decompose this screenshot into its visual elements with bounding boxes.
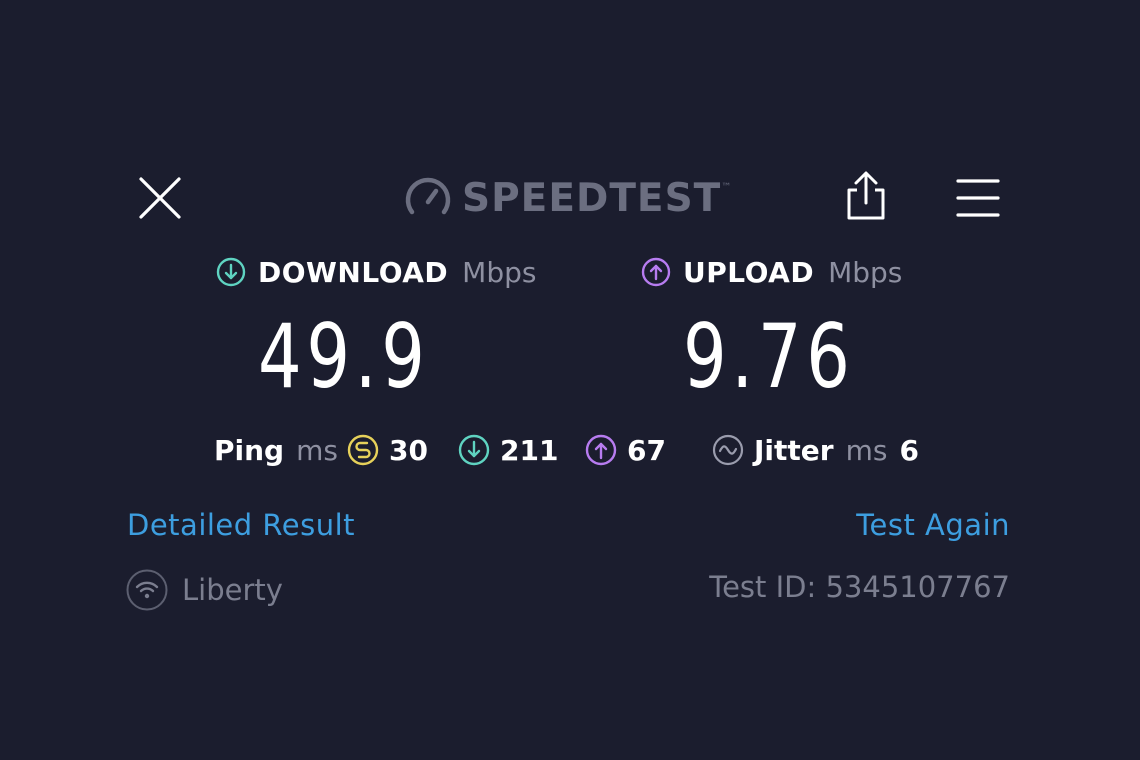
- provider-name: Liberty: [182, 573, 283, 607]
- close-icon: [139, 177, 181, 219]
- upload-latency: 67: [585, 430, 666, 470]
- arrow-down-circle-icon: [458, 434, 490, 466]
- ping-label: Ping: [214, 433, 285, 467]
- ping-label-group: Ping ms: [214, 430, 338, 470]
- arrow-down-circle-icon: [216, 257, 246, 287]
- upload-label: UPLOAD: [683, 255, 815, 289]
- jitter: Jitter ms 6: [712, 430, 919, 470]
- download-header: DOWNLOAD Mbps: [216, 253, 536, 291]
- download-speed-value: 49.9: [258, 305, 430, 408]
- speedtest-logo: SPEEDTEST ™: [404, 174, 731, 222]
- wifi-icon: [126, 569, 168, 611]
- jitter-unit: ms: [845, 433, 888, 467]
- jitter-wave-icon: [712, 434, 744, 466]
- idle-latency: 30: [347, 430, 428, 470]
- detailed-result-link[interactable]: Detailed Result: [127, 508, 355, 542]
- provider-info: Liberty: [126, 568, 283, 612]
- idle-latency-icon: [347, 434, 379, 466]
- download-unit: Mbps: [462, 255, 537, 289]
- ping-unit: ms: [296, 433, 338, 467]
- jitter-label: Jitter: [754, 433, 834, 467]
- share-icon: [847, 171, 885, 220]
- test-again-link[interactable]: Test Again: [856, 508, 1010, 542]
- download-label: DOWNLOAD: [258, 255, 449, 289]
- jitter-value: 6: [899, 433, 919, 467]
- logo-text: SPEEDTEST: [462, 175, 722, 221]
- share-button[interactable]: [843, 170, 889, 222]
- download-latency-value: 211: [500, 433, 559, 467]
- trademark-mark: ™: [721, 182, 732, 193]
- idle-latency-value: 30: [389, 433, 428, 467]
- test-id: Test ID: 5345107767: [709, 570, 1010, 604]
- speedometer-icon: [405, 177, 451, 215]
- upload-unit: Mbps: [828, 255, 903, 289]
- close-button[interactable]: [137, 175, 183, 221]
- upload-header: UPLOAD Mbps: [641, 253, 902, 291]
- menu-button[interactable]: [956, 177, 1000, 219]
- arrow-up-circle-icon: [585, 434, 617, 466]
- hamburger-menu-icon: [956, 179, 1000, 217]
- speedtest-result-screen: SPEEDTEST ™ DOWNLOAD Mbps UPLOAD Mbps 49…: [0, 0, 1140, 760]
- upload-speed-value: 9.76: [683, 305, 855, 408]
- download-latency: 211: [458, 430, 558, 470]
- upload-latency-value: 67: [627, 433, 666, 467]
- arrow-up-circle-icon: [641, 257, 671, 287]
